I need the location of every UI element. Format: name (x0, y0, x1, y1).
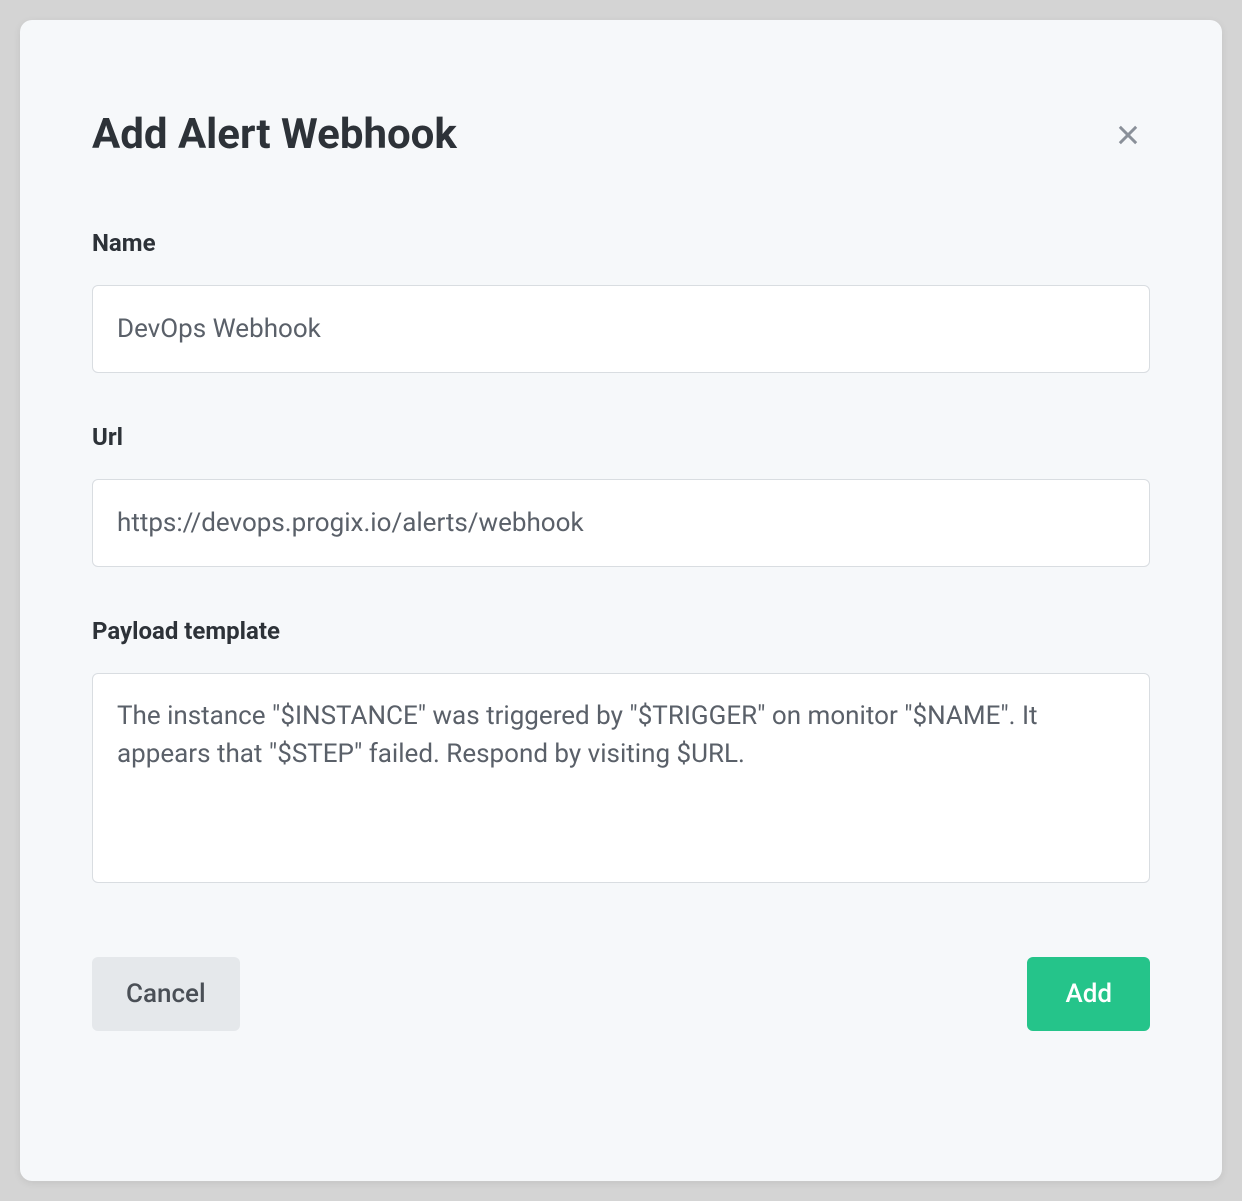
name-label: Name (92, 229, 1150, 257)
name-input[interactable] (92, 285, 1150, 373)
add-webhook-modal: Add Alert Webhook Name Url Payload templ… (20, 20, 1222, 1181)
modal-title: Add Alert Webhook (92, 110, 457, 159)
close-button[interactable] (1106, 113, 1150, 157)
payload-label: Payload template (92, 617, 1150, 645)
modal-header: Add Alert Webhook (92, 110, 1150, 159)
payload-field-group: Payload template The instance "$INSTANCE… (92, 617, 1150, 887)
name-field-group: Name (92, 229, 1150, 373)
payload-textarea[interactable]: The instance "$INSTANCE" was triggered b… (92, 673, 1150, 883)
cancel-button[interactable]: Cancel (92, 957, 240, 1031)
url-input[interactable] (92, 479, 1150, 567)
modal-footer: Cancel Add (92, 957, 1150, 1031)
url-label: Url (92, 423, 1150, 451)
add-button[interactable]: Add (1027, 957, 1150, 1031)
close-icon (1114, 121, 1142, 149)
url-field-group: Url (92, 423, 1150, 567)
